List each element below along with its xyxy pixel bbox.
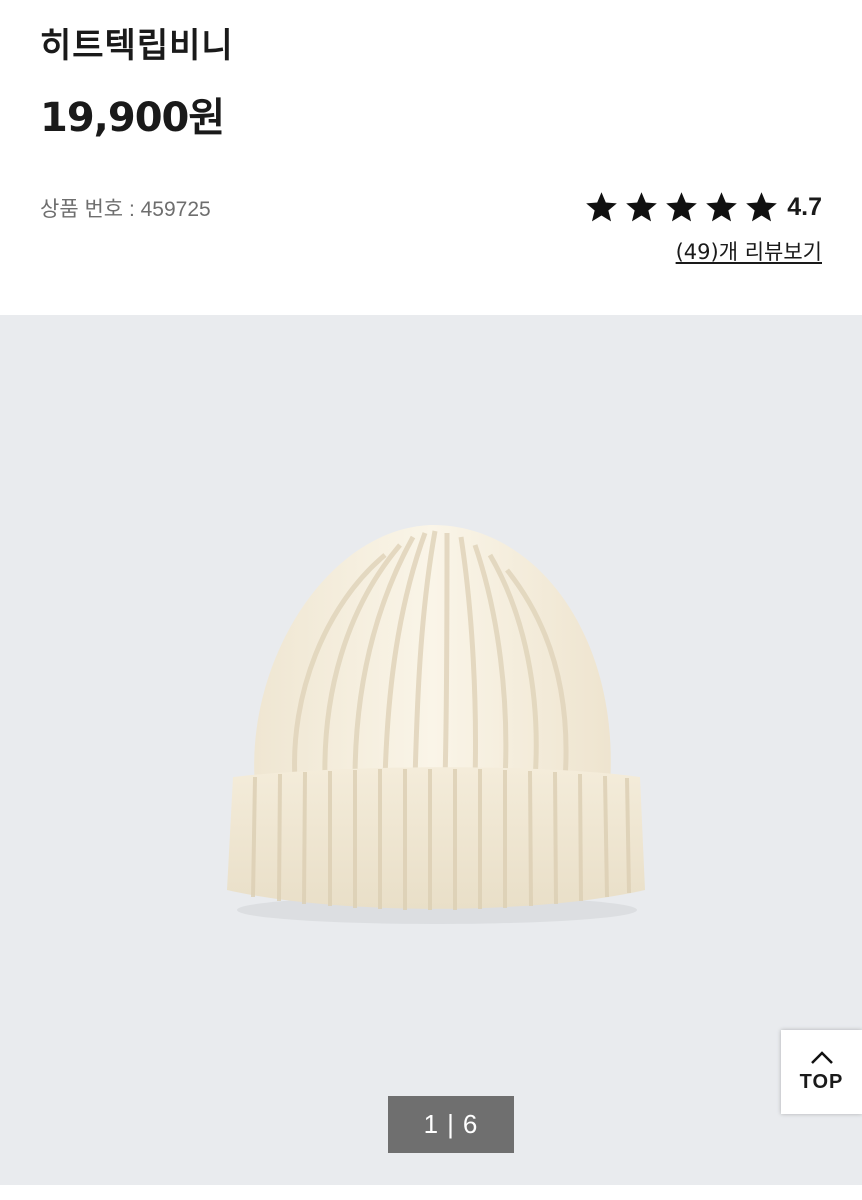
gallery-bottom-spacer: [0, 1185, 862, 1200]
product-price: 19,900원: [40, 95, 225, 141]
star-icon: [664, 190, 699, 225]
image-counter: 1 | 6: [388, 1096, 514, 1153]
product-detail-page: 히트텍립비니 19,900원 상품 번호 : 459725 4.7 (49)개 …: [0, 0, 862, 1200]
top-label: TOP: [799, 1070, 844, 1093]
star-icon: [744, 190, 779, 225]
counter-separator: |: [447, 1109, 455, 1139]
star-icon: [704, 190, 739, 225]
view-reviews-link[interactable]: (49)개 리뷰보기: [676, 237, 822, 267]
rating-summary: 4.7: [579, 190, 822, 225]
total-image-count: 6: [462, 1109, 479, 1139]
scroll-to-top-button[interactable]: TOP: [781, 1030, 862, 1114]
product-image: [215, 515, 655, 935]
rating-value: 4.7: [787, 193, 822, 221]
chevron-up-icon: [810, 1050, 834, 1065]
product-title: 히트텍립비니: [40, 26, 234, 66]
product-image-gallery[interactable]: 1 | 6 TOP: [0, 315, 862, 1185]
star-icon: [624, 190, 659, 225]
product-number: 상품 번호 : 459725: [40, 198, 211, 221]
star-icon: [584, 190, 619, 225]
current-image-index: 1: [423, 1109, 440, 1139]
